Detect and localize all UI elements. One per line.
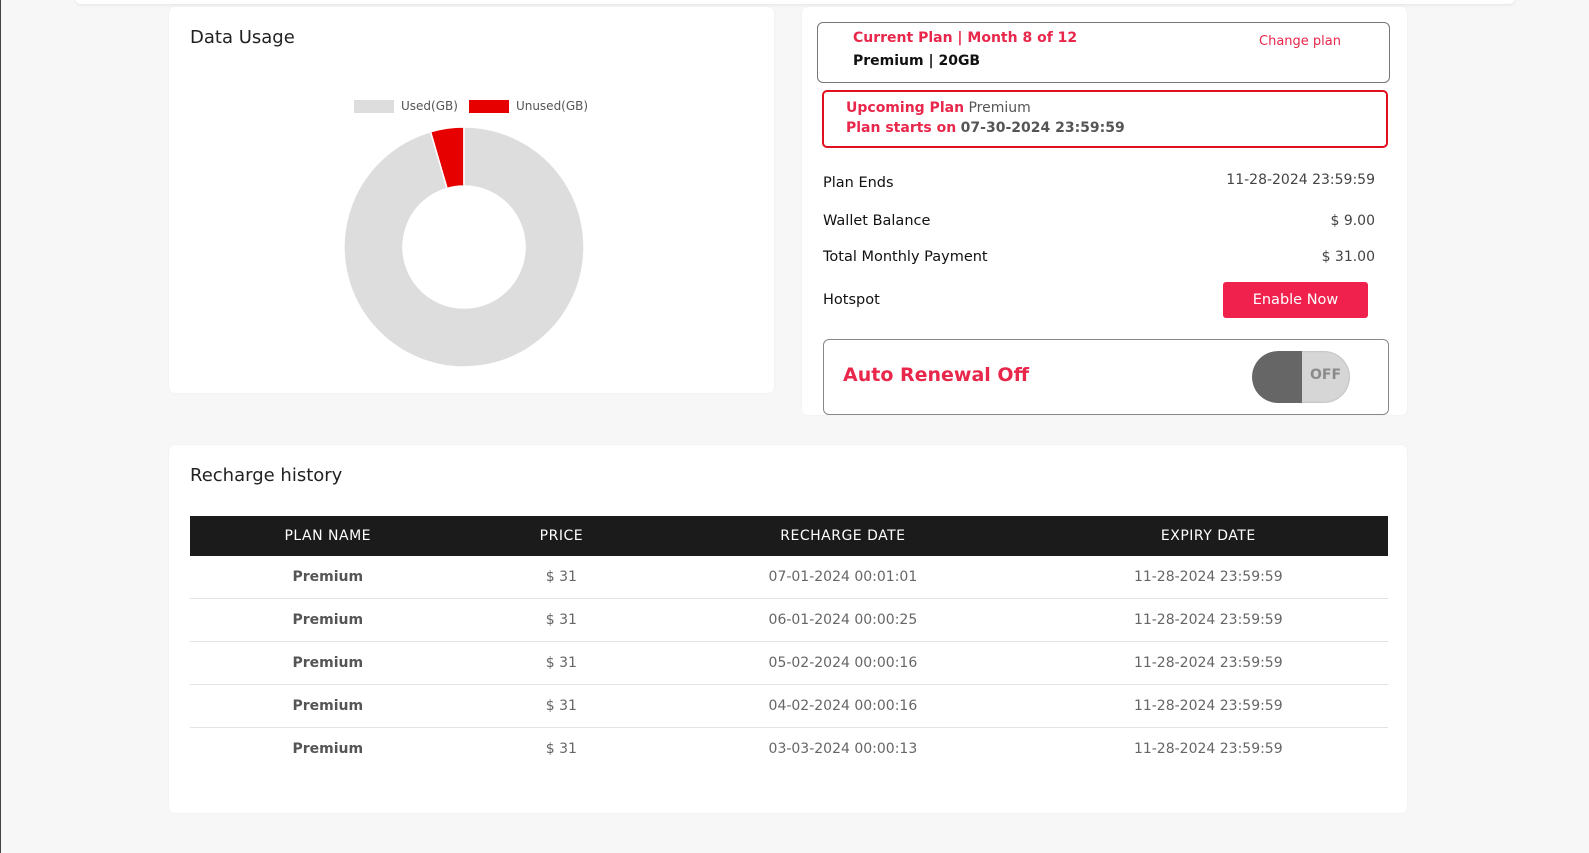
current-plan-box: Current Plan | Month 8 of 12 Premium | 2… <box>817 22 1390 83</box>
cell-recharge-date: 06-01-2024 00:00:25 <box>657 598 1029 642</box>
cell-recharge-date: 03-03-2024 00:00:13 <box>768 741 918 757</box>
top-header-bar <box>75 0 1515 4</box>
plan-start-label: Plan starts on <box>846 120 957 136</box>
cell-recharge-date: 07-01-2024 00:01:01 <box>657 556 1029 599</box>
toggle-state-text: OFF <box>1310 367 1342 383</box>
slice-used[interactable] <box>343 126 585 368</box>
hotspot-enable-button[interactable]: Enable Now <box>1223 282 1368 318</box>
current-plan-title: Current Plan | Month 8 of 12 <box>853 30 1078 46</box>
table-row: Premium $ 31 05-02-2024 00:00:16 11-28-2… <box>190 641 1388 685</box>
upcoming-plan-line: Upcoming Plan Premium <box>846 100 1031 116</box>
wallet-balance-value: $ 9.00 <box>1330 213 1375 229</box>
cell-plan-name: Premium <box>190 641 466 685</box>
cell-price: $ 31 <box>465 641 658 685</box>
table-row: Premium $ 31 03-03-2024 00:00:13 11-28-2… <box>190 728 1388 771</box>
cell-plan-name: Premium <box>190 684 466 728</box>
cell-expiry-date: 11-28-2024 23:59:59 <box>1028 598 1388 642</box>
col-plan-name: PLAN NAME <box>284 528 372 544</box>
legend-swatch-unused[interactable] <box>468 99 509 113</box>
table-row: Premium $ 31 06-01-2024 00:00:25 11-28-2… <box>190 598 1388 642</box>
col-recharge-date: RECHARGE DATE <box>780 528 906 544</box>
current-plan-subtitle: Premium | 20GB <box>853 53 981 69</box>
col-price: PRICE <box>539 528 584 544</box>
table-row: Premium $ 31 07-01-2024 00:01:01 11-28-2… <box>190 556 1388 599</box>
cell-plan-name: Premium <box>292 741 364 757</box>
data-usage-donut-chart <box>343 126 585 368</box>
cell-recharge-date: 05-02-2024 00:00:16 <box>657 641 1029 685</box>
legend-label-unused[interactable]: Unused(GB) <box>516 99 588 113</box>
cell-price: $ 31 <box>545 741 577 757</box>
upcoming-plan-label: Upcoming Plan <box>846 100 965 116</box>
cell-price: $ 31 <box>465 684 658 728</box>
cell-price: $ 31 <box>465 556 658 599</box>
upcoming-plan-box: Upcoming Plan Premium Plan starts on 07-… <box>822 90 1388 148</box>
cell-plan-name: Premium <box>190 598 466 642</box>
plan-details-card: Current Plan | Month 8 of 12 Premium | 2… <box>802 7 1407 415</box>
legend-swatch-used[interactable] <box>354 99 394 113</box>
monthly-payment-value: $ 31.00 <box>1321 249 1375 265</box>
data-usage-title: Data Usage <box>190 27 295 48</box>
cell-price: $ 31 <box>465 598 658 642</box>
upcoming-plan-name: Premium <box>968 100 1031 116</box>
toggle-knob[interactable] <box>1252 351 1302 403</box>
cell-plan-name: Premium <box>190 556 466 599</box>
plan-ends-label: Plan Ends <box>823 175 894 191</box>
recharge-history-table: PLAN NAME PRICE RECHARGE DATE EXPIRY DAT… <box>190 516 1388 770</box>
recharge-history-card: Recharge history PLAN NAME PRICE RECHARG… <box>169 445 1407 813</box>
monthly-payment-label: Total Monthly Payment <box>823 249 988 265</box>
table-header-row: PLAN NAME PRICE RECHARGE DATE EXPIRY DAT… <box>190 516 1388 556</box>
plan-start-line: Plan starts on 07-30-2024 23:59:59 <box>846 120 1125 136</box>
table-row: Premium $ 31 04-02-2024 00:00:16 11-28-2… <box>190 684 1388 728</box>
cell-expiry-date: 11-28-2024 23:59:59 <box>1028 684 1388 728</box>
legend-label-used[interactable]: Used(GB) <box>401 99 458 113</box>
auto-renewal-label: Auto Renewal Off <box>843 364 1029 386</box>
cell-expiry-date: 11-28-2024 23:59:59 <box>1133 741 1283 757</box>
cell-expiry-date: 11-28-2024 23:59:59 <box>1028 641 1388 685</box>
recharge-history-title: Recharge history <box>190 465 343 486</box>
plan-ends-value: 11-28-2024 23:59:59 <box>1226 172 1375 188</box>
cell-recharge-date: 04-02-2024 00:00:16 <box>657 684 1029 728</box>
change-plan-link[interactable]: Change plan <box>1259 34 1341 49</box>
auto-renewal-box: Auto Renewal Off OFF <box>823 339 1389 415</box>
plan-start-value: 07-30-2024 23:59:59 <box>960 120 1125 136</box>
wallet-balance-label: Wallet Balance <box>823 213 931 229</box>
auto-renewal-toggle[interactable]: OFF <box>1252 351 1350 403</box>
hotspot-label: Hotspot <box>823 292 880 308</box>
data-usage-card: Data Usage Used(GB) Unused(GB) <box>169 7 774 393</box>
page-left-border <box>0 0 1 853</box>
cell-expiry-date: 11-28-2024 23:59:59 <box>1028 556 1388 599</box>
col-expiry-date: EXPIRY DATE <box>1160 528 1256 544</box>
chart-legend: Used(GB) Unused(GB) <box>354 99 599 113</box>
